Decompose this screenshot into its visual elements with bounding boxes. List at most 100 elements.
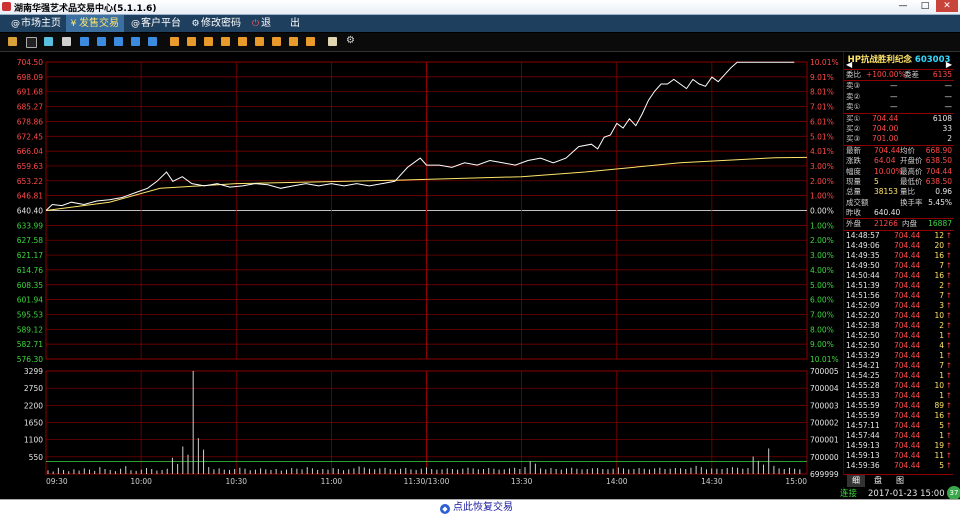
- tick-row: 14:51:39 704.44 2 ↑: [846, 280, 952, 290]
- pct-tick-label: 4.00%: [810, 266, 834, 275]
- tick-row: 14:48:57 704.44 12 ↑: [846, 230, 952, 240]
- home-icon: @: [11, 19, 20, 29]
- f11-icon[interactable]: [272, 37, 281, 46]
- maximize-button[interactable]: □: [914, 0, 936, 12]
- pct-tick-label: 8.01%: [810, 88, 834, 97]
- price-tick-label: 608.35: [17, 281, 43, 290]
- change-row: 涨跌 64.04 开盘价 638.50: [846, 156, 952, 166]
- f9-icon[interactable]: [238, 37, 247, 46]
- last-row: 最新 704.44 均价 668.90: [846, 145, 952, 155]
- sell-orders: 卖③ — — 卖② — — 卖① — —: [844, 81, 954, 112]
- tab-chart[interactable]: 图: [891, 475, 909, 487]
- time-tick-label: 10:00: [130, 477, 152, 486]
- menu-change-password[interactable]: ⚙修改密码: [188, 15, 246, 32]
- f12-icon[interactable]: [289, 37, 298, 46]
- minimize-button[interactable]: —: [892, 0, 914, 12]
- tick-row: 14:51:56 704.44 7 ↑: [846, 290, 952, 300]
- yen-icon: ¥: [70, 19, 77, 29]
- amount-tick-label: 700003: [810, 401, 839, 410]
- pct-tick-label: 3.00%: [810, 251, 834, 260]
- menu-client-platform[interactable]: @客户平台: [128, 15, 184, 32]
- price-tick-label: 698.09: [17, 73, 43, 82]
- f4-icon[interactable]: [148, 37, 157, 46]
- axis-labels: 704.50 10.01% 698.09 9.01% 691.68 8.01% 685.27…: [17, 58, 839, 486]
- time-tick-label: 14:30: [701, 477, 723, 486]
- time-tick-label: 13:30: [511, 477, 533, 486]
- menu-market-home[interactable]: @市场主页: [8, 15, 64, 32]
- pct-tick-label: 10.01%: [810, 355, 839, 364]
- f8-icon[interactable]: [221, 37, 230, 46]
- f6-icon[interactable]: [187, 37, 196, 46]
- f13-icon[interactable]: [306, 37, 315, 46]
- chart-svg[interactable]: 704.50 10.01% 698.09 9.01% 691.68 8.01% 685.27…: [0, 52, 843, 486]
- app-icon: [2, 2, 11, 11]
- pct-tick-label: 0.00%: [810, 207, 834, 216]
- price-tick-label: 589.12: [17, 325, 43, 334]
- menu-bar: @市场主页 ¥ 发售交易 @客户平台 ⚙修改密码 ⏻ 退 出: [0, 15, 960, 32]
- vol-row: 现量 5 最低价 638.50: [846, 176, 952, 186]
- f3-icon[interactable]: [131, 37, 140, 46]
- close-button[interactable]: ✕: [936, 0, 958, 12]
- title-bar: 湖南华强艺术品交易中心(5.1.1.6) — □ ✕: [0, 0, 960, 15]
- f10-icon[interactable]: [255, 37, 264, 46]
- line-chart-icon[interactable]: [26, 37, 37, 48]
- grid-layer: [45, 61, 808, 475]
- intraday-chart[interactable]: 704.50 10.01% 698.09 9.01% 691.68 8.01% 685.27…: [0, 52, 960, 486]
- prev-close-row: 昨收 640.40: [846, 208, 901, 218]
- menu-issue-trade[interactable]: ¥ 发售交易: [66, 15, 124, 32]
- buy-orders: 买① 704.44 6108 买② 704.00 33 买③ 701.00 2: [844, 114, 954, 145]
- pct-tick-label: 9.01%: [810, 73, 834, 82]
- tick-list[interactable]: 14:48:57 704.44 12 ↑ 14:49:06 704.44 20 ↑ 14:49:…: [844, 231, 954, 471]
- amount-tick-label: 700000: [810, 453, 839, 462]
- pct-tick-label: 7.01%: [810, 103, 834, 112]
- sell-level-row: 卖② — —: [846, 91, 952, 101]
- price-tick-label: 582.71: [17, 340, 43, 349]
- volume-tick-label: 550: [29, 453, 44, 462]
- pct-tick-label: 1.00%: [810, 192, 834, 201]
- buy-level-row: 买② 704.00 33: [846, 123, 952, 133]
- client-icon: @: [131, 19, 140, 29]
- f7-icon[interactable]: [204, 37, 213, 46]
- pct-tick-label: 5.00%: [810, 281, 834, 290]
- tick-row: 14:59:13 704.44 19 ↑: [846, 440, 952, 450]
- tab-detail[interactable]: 细: [847, 475, 865, 487]
- grid-icon[interactable]: [80, 37, 89, 46]
- weibi-value: +100.00%: [866, 70, 906, 79]
- price-tick-label: 576.30: [17, 355, 43, 364]
- pct-tick-label: 6.00%: [810, 296, 834, 305]
- side-tabs: 细 盘 图: [843, 474, 953, 487]
- resume-icon: ◆: [440, 504, 450, 514]
- sell-level-row: 卖③ — —: [846, 81, 952, 91]
- menu-exit[interactable]: 出: [288, 15, 306, 32]
- tick-row: 14:52:50 704.44 4 ↑: [846, 340, 952, 350]
- menu-logout[interactable]: ⏻ 退: [248, 15, 274, 32]
- pct-tick-label: 8.00%: [810, 325, 834, 334]
- price-tick-label: 672.45: [17, 132, 43, 141]
- price-tick-label: 633.99: [17, 221, 43, 230]
- tick-row: 14:52:50 704.44 1 ↑: [846, 330, 952, 340]
- edit-icon[interactable]: [328, 37, 337, 46]
- tick-row: 14:49:35 704.44 16 ↑: [846, 250, 952, 260]
- settings-icon[interactable]: ⚙: [346, 36, 355, 46]
- buy-level-row: 买① 704.44 6108: [846, 113, 952, 123]
- volume-tick-label: 3299: [24, 367, 43, 376]
- f1-icon[interactable]: [97, 37, 106, 46]
- buy-level-row: 买③ 701.00 2: [846, 134, 952, 144]
- price-tick-label: 653.22: [17, 177, 43, 186]
- f2-icon[interactable]: [114, 37, 123, 46]
- resume-trading-button[interactable]: ◆ 点此恢复交易: [440, 501, 513, 515]
- volume-tick-label: 2750: [24, 384, 43, 393]
- pct-tick-label: 5.01%: [810, 132, 834, 141]
- pct-tick-label: 4.01%: [810, 147, 834, 156]
- f5-icon[interactable]: [170, 37, 179, 46]
- amount-tick-label: 700005: [810, 367, 839, 376]
- tick-row: 14:52:09 704.44 3 ↑: [846, 300, 952, 310]
- time-tick-label: 11:30/13:00: [404, 477, 450, 486]
- tab-book[interactable]: 盘: [869, 475, 887, 487]
- list-icon[interactable]: [62, 37, 71, 46]
- pct-tick-label: 2.00%: [810, 177, 834, 186]
- bar-chart-icon[interactable]: [8, 37, 17, 46]
- candle-icon[interactable]: [44, 37, 53, 46]
- tick-row: 14:57:11 704.44 5 ↑: [846, 420, 952, 430]
- notification-badge[interactable]: 37: [947, 486, 960, 500]
